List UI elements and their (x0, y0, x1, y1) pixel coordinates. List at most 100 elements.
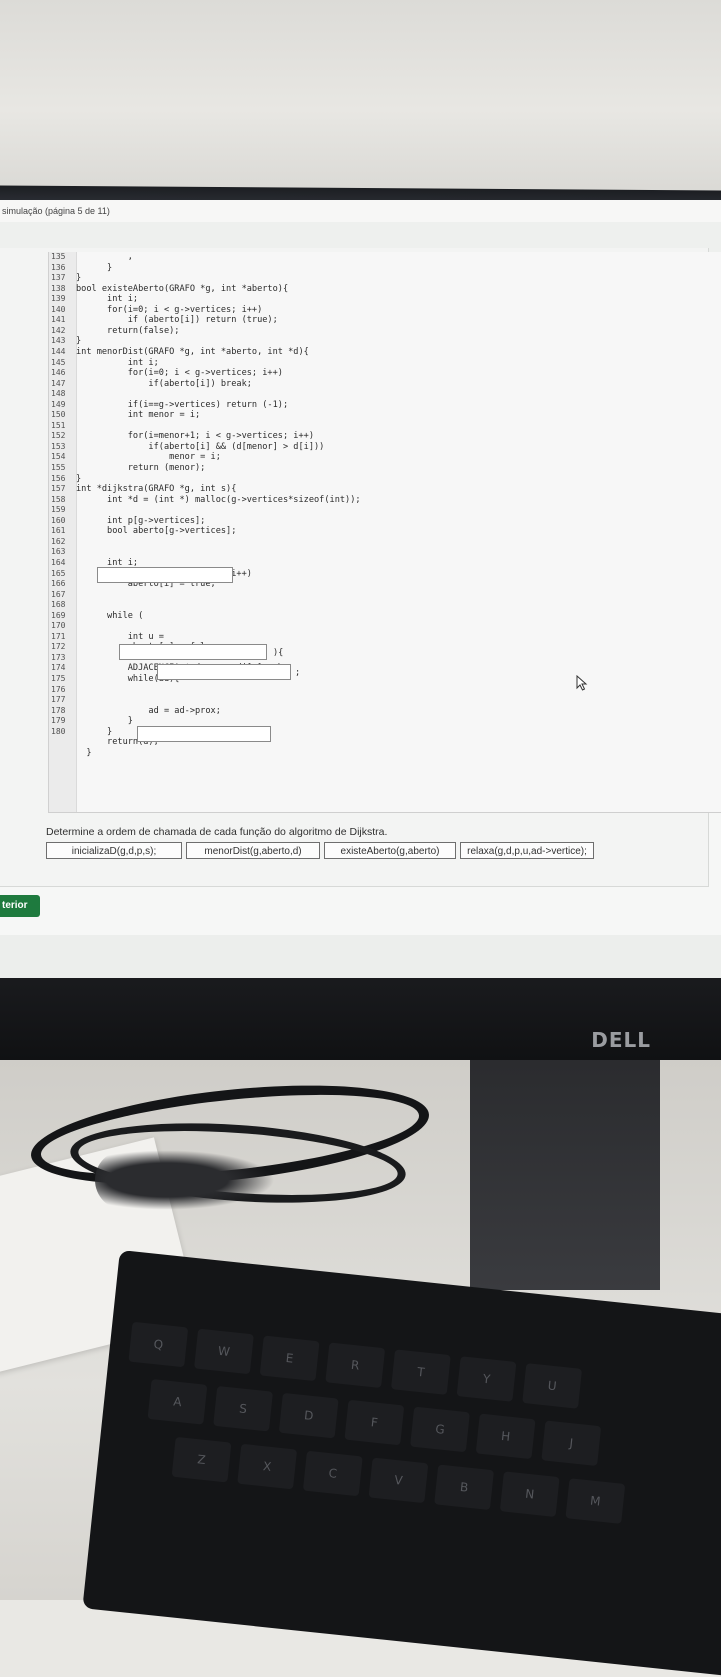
code-line: if (aberto[i]) return (true); (76, 315, 278, 326)
line-number: 146 (51, 368, 66, 378)
drop-slot-u-assignment[interactable] (157, 664, 291, 680)
line-number: 135 (51, 252, 66, 261)
monitor-stand (470, 1050, 660, 1290)
code-line: int i; (76, 294, 139, 305)
semicolon: ; (295, 668, 301, 678)
code-line: int menorDist(GRAFO *g, int *aberto, int… (76, 346, 309, 357)
keyboard-key: Z (171, 1436, 232, 1483)
code-line: menor = i; (76, 452, 221, 463)
line-number: 155 (51, 463, 66, 472)
keyboard-key: H (475, 1413, 536, 1460)
code-line: } (76, 716, 133, 727)
code-line: int i; (76, 357, 159, 368)
drop-slot-init[interactable] (97, 567, 233, 583)
keyboard-key: Q (128, 1321, 189, 1368)
keyboard-key: R (325, 1342, 386, 1389)
line-number: 180 (51, 726, 66, 736)
keyboard-key: J (541, 1420, 602, 1467)
keyboard-key: S (213, 1385, 274, 1432)
code-line: for(i=0; i < g->vertices; i++) (76, 304, 263, 315)
line-number: 175 (51, 674, 66, 683)
line-number: 147 (51, 378, 66, 388)
drop-slot-while-condition[interactable] (119, 644, 267, 660)
keys-object (95, 1150, 275, 1210)
page-header: simulação (página 5 de 11) (0, 200, 721, 222)
line-number: 164 (51, 557, 66, 567)
keyboard-key: C (302, 1450, 363, 1497)
code-line: int u = (76, 631, 164, 642)
drag-item-relaxa[interactable]: relaxa(g,d,p,u,ad->vertice); (460, 842, 594, 859)
drag-item-inicializaD[interactable]: inicializaD(g,d,p,s); (46, 842, 182, 859)
line-number: 178 (51, 705, 66, 715)
line-number: 142 (51, 325, 66, 335)
keyboard-key: F (344, 1399, 405, 1446)
keyboard-key: V (368, 1457, 429, 1504)
line-number: 169 (51, 610, 66, 620)
line-number: 166 (51, 579, 66, 589)
code-line: int *d = (int *) malloc(g->vertices*size… (76, 494, 361, 505)
while-close-brace: ){ (273, 648, 284, 658)
code-line: if(aberto[i]) break; (76, 378, 252, 389)
code-box: , }} bool existeAberto(GRAFO *g, int *abe… (48, 252, 721, 813)
code-line: ad = ad->prox; (76, 705, 221, 716)
code-line: return(false); (76, 325, 180, 336)
keyboard-key: Y (456, 1356, 517, 1402)
line-number: 152 (51, 431, 66, 441)
drag-item-existeAberto[interactable]: existeAberto(g,aberto) (324, 842, 456, 859)
code-line: for(i=0; i < g->vertices; i++) (76, 368, 283, 379)
line-number: 138 (51, 283, 66, 293)
line-number: 140 (51, 304, 66, 314)
code-line: int p[g->vertices]; (76, 515, 206, 526)
code-line: if(i==g->vertices) return (-1); (76, 399, 289, 410)
keyboard-key: X (237, 1443, 298, 1490)
keyboard-key: M (565, 1478, 626, 1524)
line-number: 162 (51, 536, 66, 546)
line-number: 151 (51, 420, 66, 430)
drop-slot-relax[interactable] (137, 726, 271, 742)
line-number: 143 (51, 336, 66, 346)
line-number: 153 (51, 441, 66, 451)
keyboard-key: E (259, 1335, 320, 1382)
code-line: } (76, 262, 113, 273)
keyboard: QWERTYU ASDFGHJ ZXCVBNM (82, 1250, 721, 1677)
line-number: 145 (51, 357, 66, 367)
keyboard-key: A (147, 1379, 208, 1425)
line-number: 137 (51, 273, 66, 283)
line-number: 172 (51, 642, 66, 652)
line-number: 139 (51, 294, 66, 304)
code-line: bool existeAberto(GRAFO *g, int *aberto)… (76, 283, 289, 294)
line-number: 136 (51, 262, 66, 272)
line-number: 163 (51, 547, 66, 557)
drag-item-menorDist[interactable]: menorDist(g,aberto,d) (186, 842, 320, 859)
line-number: 141 (51, 315, 66, 325)
line-number: 150 (51, 410, 66, 420)
keyboard-key: W (194, 1328, 254, 1375)
line-number: 174 (51, 663, 66, 673)
line-number: 160 (51, 515, 66, 525)
monitor-brand-logo: DELL (591, 1028, 651, 1052)
line-number: 170 (51, 621, 66, 631)
keyboard-key: N (499, 1471, 560, 1517)
code-line: } (76, 473, 82, 484)
screen: simulação (página 5 de 11) , }} bool exis… (0, 200, 721, 978)
previous-page-button[interactable]: terior (0, 895, 40, 917)
code-line: , (76, 252, 133, 262)
line-number: 158 (51, 494, 66, 504)
drag-items: inicializaD(g,d,p,s); menorDist(g,aberto… (46, 842, 594, 859)
code-line: } (76, 336, 82, 347)
line-number: 173 (51, 652, 66, 662)
line-number: 144 (51, 346, 66, 356)
code-line: bool aberto[g->vertices]; (76, 526, 237, 537)
code-line: } (76, 273, 82, 284)
code-line: int menor = i; (76, 410, 201, 421)
code-line: int *dijkstra(GRAFO *g, int s){ (76, 484, 237, 495)
mouse-cursor-icon (576, 675, 588, 691)
code-line: } (76, 726, 113, 737)
code-line: } (76, 747, 92, 758)
line-number: 176 (51, 684, 66, 694)
line-number: 179 (51, 716, 66, 726)
line-number: 177 (51, 695, 66, 705)
footer-band (0, 935, 721, 978)
line-number: 167 (51, 589, 66, 599)
line-number: 161 (51, 526, 66, 536)
